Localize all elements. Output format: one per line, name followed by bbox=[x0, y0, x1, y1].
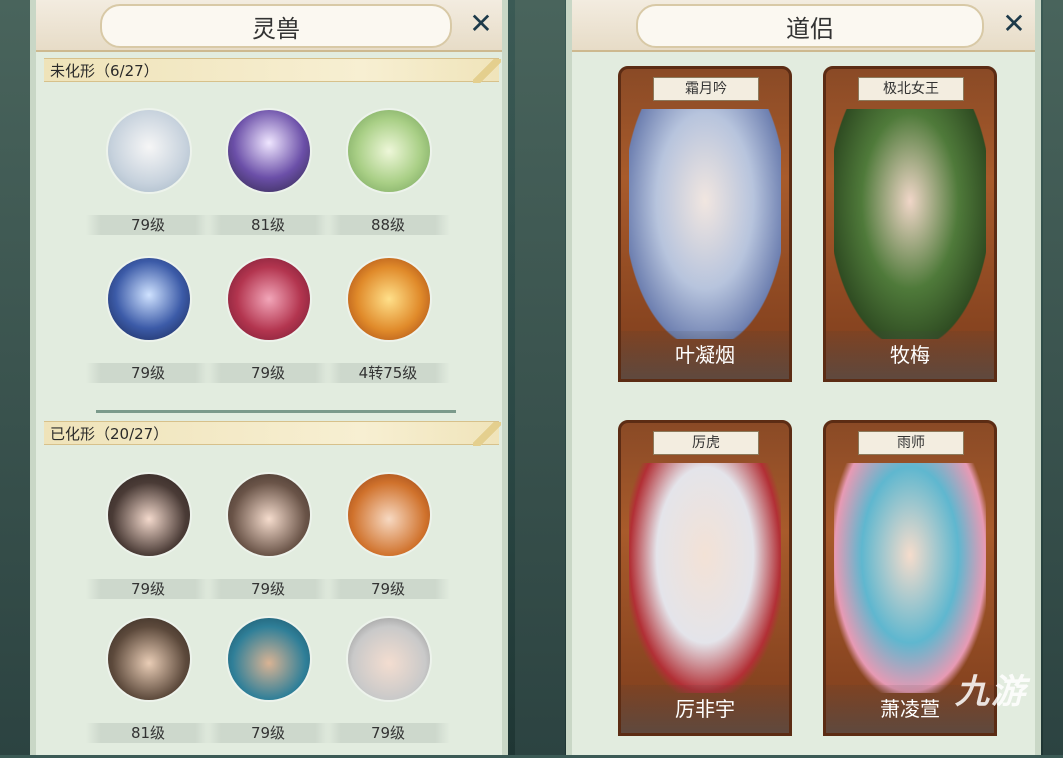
male-portrait-icon bbox=[348, 474, 430, 556]
beast-slot[interactable]: 79级 bbox=[206, 474, 330, 614]
banner-arrow-icon bbox=[473, 59, 501, 83]
spirit-beast-panel: 灵兽 ✕ 未化形（6/27） 79级 81级 88级 79级 79级 4转75级… bbox=[30, 0, 508, 755]
female-portrait-icon bbox=[228, 474, 310, 556]
panel-header: 道侣 ✕ bbox=[572, 0, 1035, 52]
panel-title: 道侣 bbox=[636, 4, 984, 48]
unformed-section-banner: 未化形（6/27） bbox=[44, 58, 501, 83]
scorpion-icon bbox=[228, 258, 310, 340]
white-hair-portrait-icon bbox=[348, 618, 430, 700]
banner-arrow-icon bbox=[473, 422, 501, 446]
green-dragon-icon bbox=[348, 110, 430, 192]
beast-level: 81级 bbox=[206, 215, 330, 235]
lion-icon bbox=[348, 258, 430, 340]
beast-slot[interactable]: 79级 bbox=[86, 258, 210, 398]
beast-slot[interactable]: 79级 bbox=[206, 618, 330, 758]
companion-tag: 霜月吟 bbox=[653, 77, 759, 101]
close-icon[interactable]: ✕ bbox=[999, 9, 1029, 39]
section-divider bbox=[96, 410, 456, 413]
beast-level: 79级 bbox=[206, 579, 330, 599]
beast-level: 79级 bbox=[206, 363, 330, 383]
formed-section-banner: 已化形（20/27） bbox=[44, 421, 501, 446]
beast-slot[interactable]: 81级 bbox=[206, 110, 330, 250]
beast-slot[interactable]: 4转75级 bbox=[326, 258, 450, 398]
companion-card[interactable]: 极北女王 牧梅 bbox=[823, 66, 997, 382]
beast-level: 79级 bbox=[86, 363, 210, 383]
panel-header: 灵兽 ✕ bbox=[36, 0, 502, 52]
beast-slot[interactable]: 79级 bbox=[86, 110, 210, 250]
beast-level: 79级 bbox=[326, 723, 450, 743]
eagle-icon bbox=[228, 110, 310, 192]
background-right bbox=[1043, 0, 1063, 755]
companion-name: 厉非宇 bbox=[621, 685, 789, 733]
beast-level: 88级 bbox=[326, 215, 450, 235]
unformed-label: 未化形（6/27） bbox=[50, 62, 159, 80]
beast-level: 81级 bbox=[86, 723, 210, 743]
companion-name: 叶凝烟 bbox=[621, 331, 789, 379]
companion-art bbox=[834, 109, 986, 339]
white-wolf-icon bbox=[108, 110, 190, 192]
beast-slot[interactable]: 81级 bbox=[86, 618, 210, 758]
beast-level: 79级 bbox=[206, 723, 330, 743]
formed-label: 已化形（20/27） bbox=[50, 425, 169, 443]
companion-panel: 道侣 ✕ 霜月吟 叶凝烟 极北女王 牧梅 厉虎 厉非宇 雨师 萧凌萱 bbox=[566, 0, 1041, 755]
companion-tag: 雨师 bbox=[858, 431, 964, 455]
female-portrait-icon bbox=[108, 474, 190, 556]
beast-slot[interactable]: 79级 bbox=[206, 258, 330, 398]
panel-title: 灵兽 bbox=[100, 4, 452, 48]
beast-slot[interactable]: 79级 bbox=[86, 474, 210, 614]
background-middle bbox=[515, 0, 565, 755]
companion-name: 牧梅 bbox=[826, 331, 994, 379]
companion-card[interactable]: 霜月吟 叶凝烟 bbox=[618, 66, 792, 382]
companion-card[interactable]: 厉虎 厉非宇 bbox=[618, 420, 792, 736]
beast-level: 79级 bbox=[86, 579, 210, 599]
beast-slot[interactable]: 88级 bbox=[326, 110, 450, 250]
blue-hair-portrait-icon bbox=[228, 618, 310, 700]
blue-dragon-icon bbox=[108, 258, 190, 340]
companion-art bbox=[629, 109, 781, 339]
watermark-logo: 九游 bbox=[955, 672, 1027, 712]
beast-slot[interactable]: 79级 bbox=[326, 474, 450, 614]
companion-art bbox=[834, 463, 986, 693]
close-icon[interactable]: ✕ bbox=[466, 9, 496, 39]
beast-level: 4转75级 bbox=[326, 363, 450, 383]
companion-art bbox=[629, 463, 781, 693]
companion-tag: 厉虎 bbox=[653, 431, 759, 455]
companion-tag: 极北女王 bbox=[858, 77, 964, 101]
beast-level: 79级 bbox=[326, 579, 450, 599]
horned-portrait-icon bbox=[108, 618, 190, 700]
beast-slot[interactable]: 79级 bbox=[326, 618, 450, 758]
beast-level: 79级 bbox=[86, 215, 210, 235]
